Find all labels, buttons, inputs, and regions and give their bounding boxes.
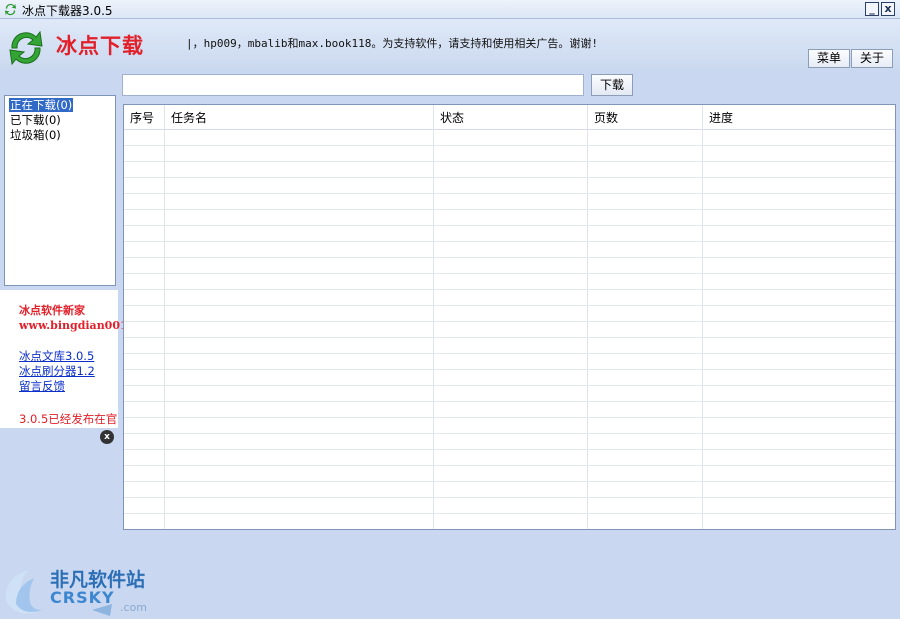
task-table: 序号 任务名 状态 页数 进度: [123, 104, 896, 530]
app-refresh-icon: [4, 3, 17, 16]
close-button[interactable]: x: [881, 2, 895, 16]
row-line: [124, 449, 895, 450]
row-line: [124, 145, 895, 146]
row-line: [124, 417, 895, 418]
column-header-task-name[interactable]: 任务名: [165, 105, 434, 129]
category-tree: 正在下载(0) 已下载(0) 垃圾箱(0): [4, 95, 116, 286]
info-panel: 冰点软件新家 www.bingdian001.co 冰点文库3.0.5 冰点刷分…: [0, 290, 146, 428]
row-line: [124, 289, 895, 290]
row-line: [124, 161, 895, 162]
about-button[interactable]: 关于: [851, 49, 893, 68]
row-line: [124, 241, 895, 242]
row-line: [124, 433, 895, 434]
row-line: [124, 385, 895, 386]
row-line: [124, 337, 895, 338]
row-line: [124, 465, 895, 466]
row-line: [124, 513, 895, 514]
tree-item-trash[interactable]: 垃圾箱(0): [9, 128, 62, 142]
window-title: 冰点下载器3.0.5: [22, 4, 113, 18]
minimize-button[interactable]: _: [865, 2, 879, 16]
row-line: [124, 177, 895, 178]
column-divider: [702, 105, 703, 529]
refresh-logo-icon: [9, 30, 43, 66]
tree-item-downloading[interactable]: 正在下载(0): [9, 98, 74, 112]
row-line: [124, 401, 895, 402]
row-line: [124, 481, 895, 482]
row-line: [124, 353, 895, 354]
row-line: [124, 257, 895, 258]
title-bar: 冰点下载器3.0.5 _ x: [0, 0, 900, 19]
column-divider: [587, 105, 588, 529]
app-header: 冰点下载 |，hp009，mbalib和max.book118。为支持软件，请支…: [0, 19, 900, 69]
row-line: [124, 321, 895, 322]
column-header-status[interactable]: 状态: [434, 105, 588, 129]
menu-button[interactable]: 菜单: [808, 49, 850, 68]
marquee-text: |，hp009，mbalib和max.book118。为支持软件，请支持和使用相…: [186, 37, 598, 50]
link-feedback[interactable]: 留言反馈: [19, 378, 65, 394]
watermark-dotcom: .com: [120, 601, 147, 614]
column-divider: [433, 105, 434, 529]
row-line: [124, 225, 895, 226]
link-shuafen[interactable]: 冰点刷分器1.2: [19, 363, 95, 379]
download-button[interactable]: 下载: [591, 74, 633, 96]
row-line: [124, 193, 895, 194]
row-line: [124, 497, 895, 498]
table-header: 序号 任务名 状态 页数 进度: [124, 105, 895, 130]
watermark-sub: CRSKY: [50, 588, 115, 607]
row-line: [124, 305, 895, 306]
row-line: [124, 273, 895, 274]
column-header-progress[interactable]: 进度: [703, 105, 895, 129]
tree-item-downloaded[interactable]: 已下载(0): [9, 113, 62, 127]
link-wenku[interactable]: 冰点文库3.0.5: [19, 348, 94, 364]
row-line: [124, 209, 895, 210]
column-header-pages[interactable]: 页数: [588, 105, 703, 129]
logo-text: 冰点下载: [56, 34, 144, 58]
new-home-label: 冰点软件新家: [19, 304, 85, 317]
release-note: 3.0.5已经发布在官: [19, 412, 118, 426]
column-divider: [164, 105, 165, 529]
url-input[interactable]: [122, 74, 584, 96]
row-line: [124, 369, 895, 370]
ad-close-icon[interactable]: x: [100, 430, 114, 444]
column-header-index[interactable]: 序号: [124, 105, 165, 129]
